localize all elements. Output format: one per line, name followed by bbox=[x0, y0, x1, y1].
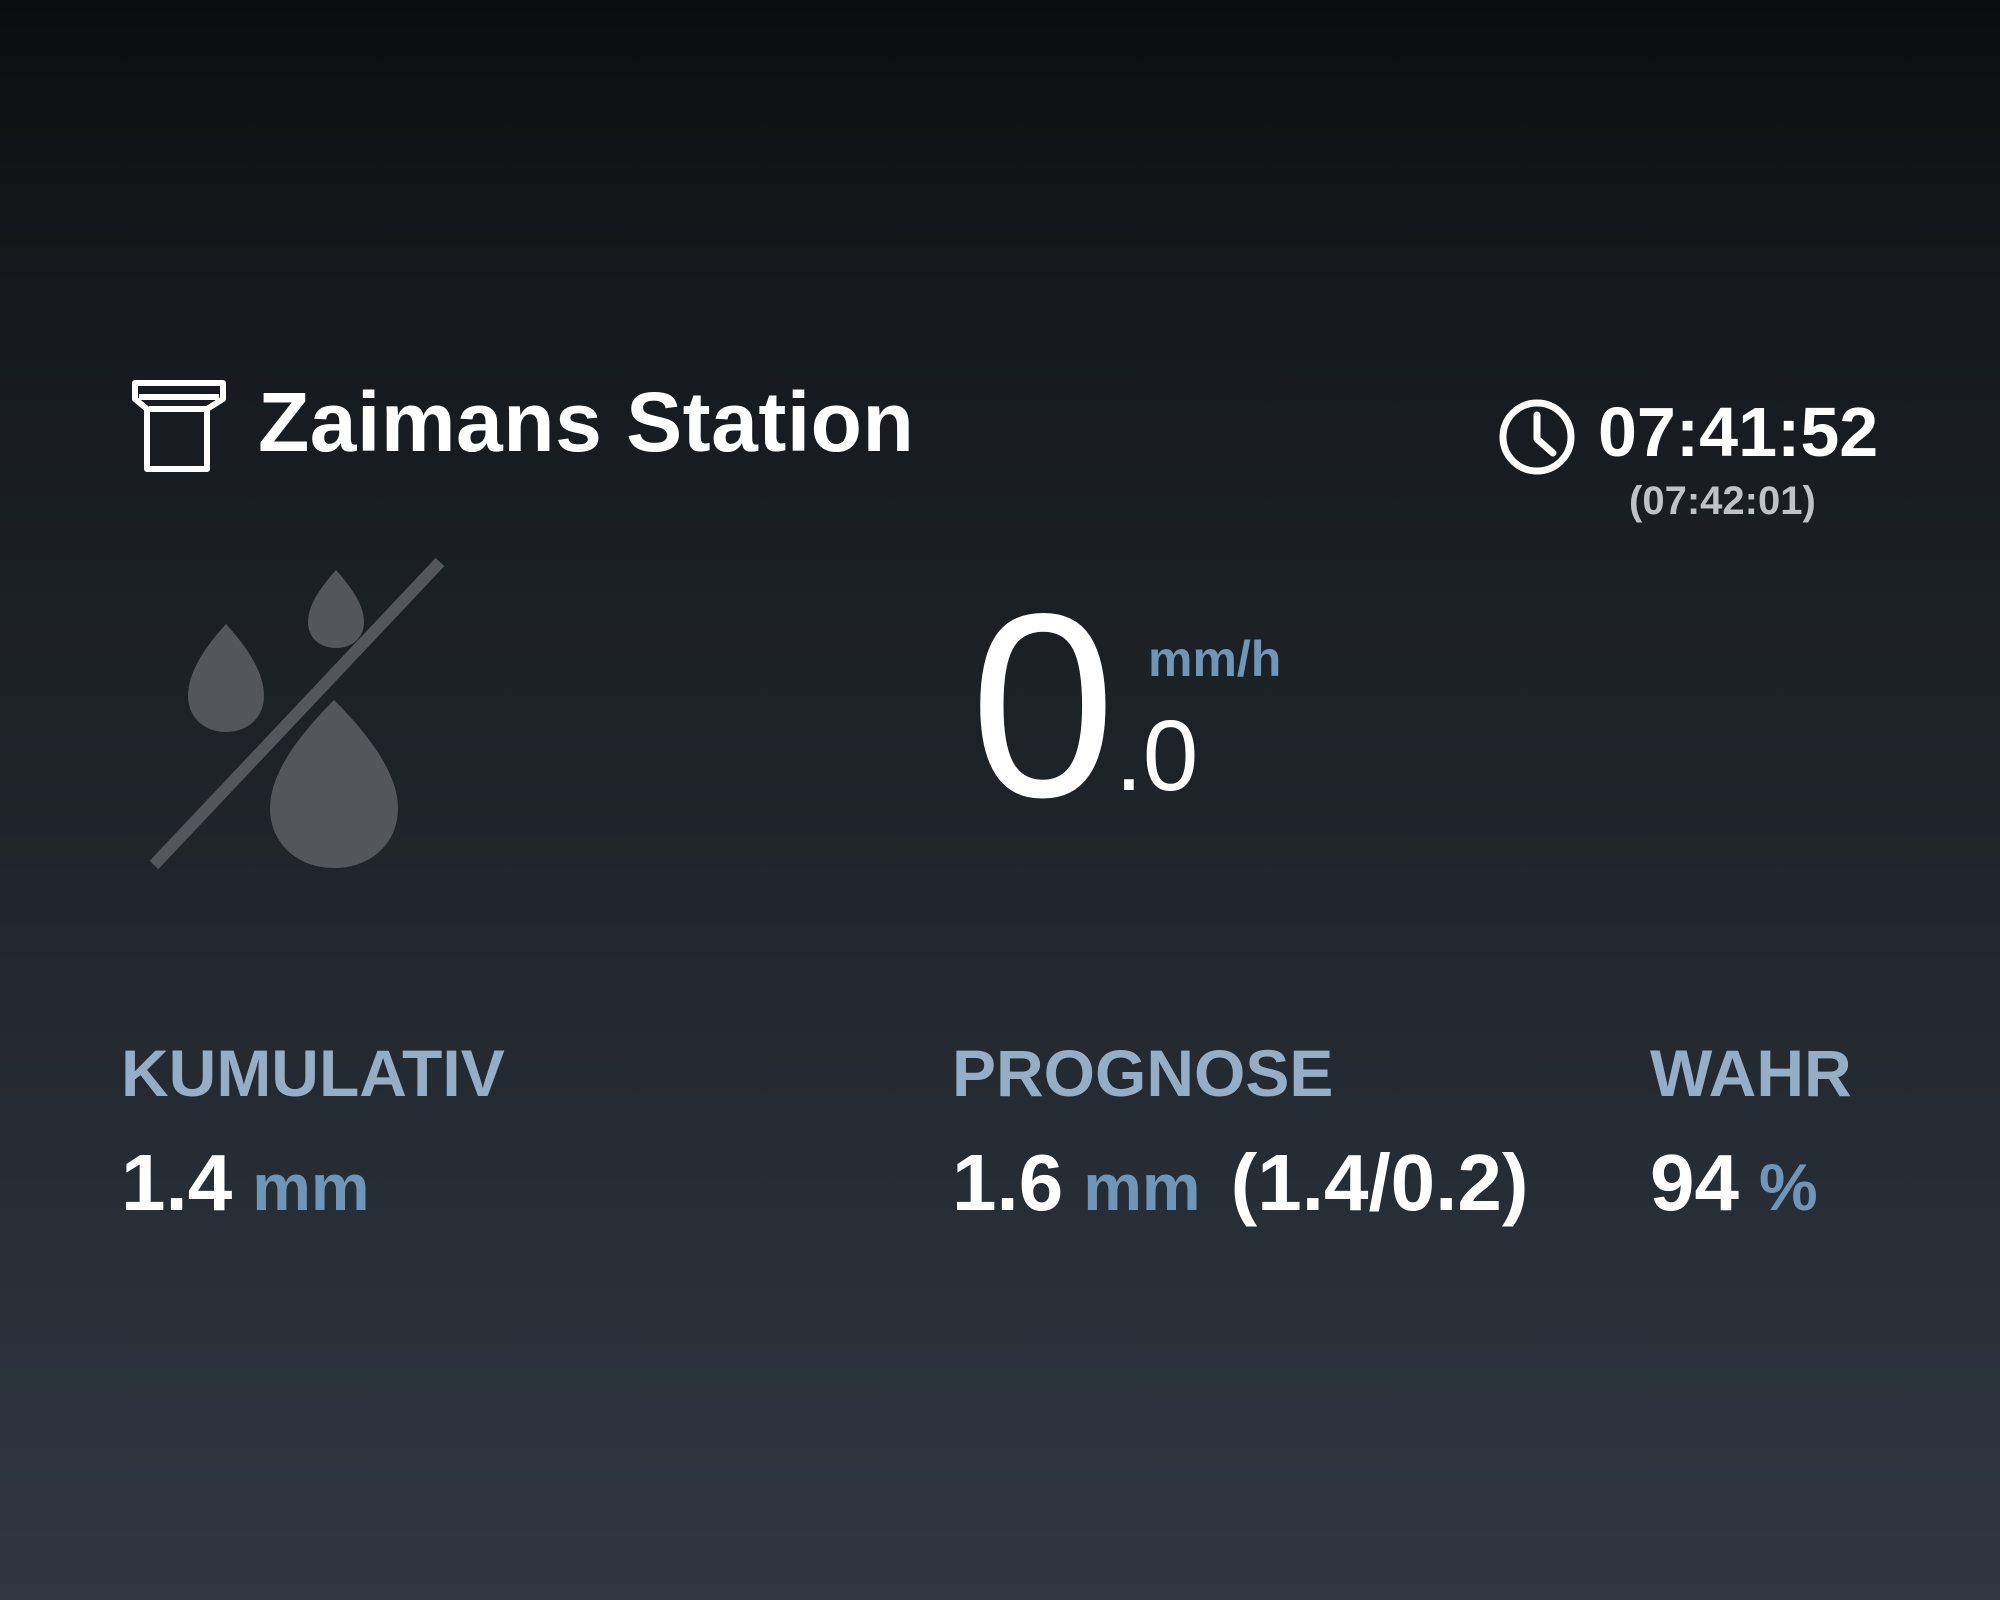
cumulative-unit: mm bbox=[252, 1150, 370, 1224]
current-time: 07:41:52 bbox=[1598, 393, 1879, 471]
probability-value-group: 94% bbox=[1650, 1143, 1818, 1223]
rain-rate-integer: 0 bbox=[970, 559, 1116, 852]
forecast-value: 1.6 bbox=[952, 1138, 1064, 1227]
probability-unit: % bbox=[1758, 1150, 1818, 1224]
rain-gauge-icon bbox=[131, 379, 227, 472]
cumulative-value-group: 1.4 mm bbox=[121, 1143, 370, 1223]
forecast-detail: (1.4/0.2) bbox=[1230, 1138, 1529, 1227]
forecast-unit: mm bbox=[1083, 1150, 1201, 1224]
forecast-label: PROGNOSE bbox=[952, 1036, 1334, 1110]
probability-label: WAHR bbox=[1650, 1036, 1852, 1110]
rain-rate-decimal: .0 bbox=[1115, 700, 1199, 812]
station-name: Zaimans Station bbox=[258, 375, 915, 469]
probability-value: 94 bbox=[1650, 1138, 1739, 1227]
rain-rate-unit: mm/h bbox=[1148, 631, 1282, 687]
cumulative-value: 1.4 bbox=[121, 1138, 233, 1227]
cumulative-label: KUMULATIV bbox=[121, 1036, 505, 1110]
no-rain-icon bbox=[140, 552, 460, 882]
clock-icon bbox=[1497, 397, 1577, 477]
forecast-value-group: 1.6 mm (1.4/0.2) bbox=[952, 1143, 1529, 1223]
secondary-time: (07:42:01) bbox=[1629, 479, 1816, 523]
